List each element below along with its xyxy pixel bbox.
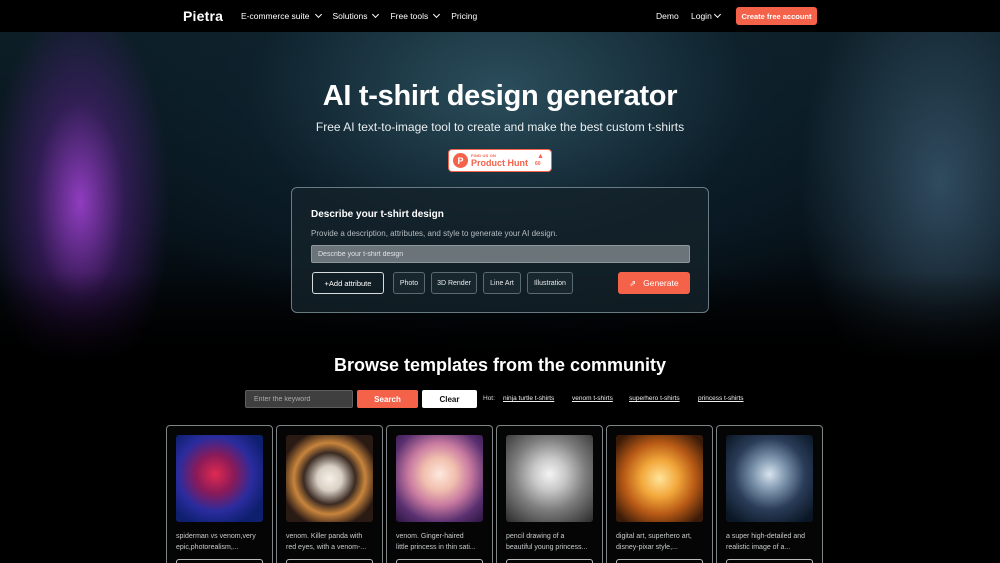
template-caption: a super high-detailed and realistic imag… — [726, 531, 816, 553]
template-caption-line: beautiful young princess... — [506, 544, 588, 551]
design-description-input[interactable] — [311, 245, 690, 263]
nav-links: E-commerce suite Solutions Free tools Pr… — [241, 0, 477, 32]
magic-wand-icon: ⇗ — [629, 278, 637, 288]
template-thumbnail — [396, 435, 483, 522]
nav-free-tools[interactable]: Free tools — [390, 10, 441, 21]
product-hunt-badge[interactable]: P FIND US ON Product Hunt ▲ 60 — [448, 149, 552, 172]
upvote-arrow-icon: ▲ — [537, 153, 544, 160]
template-card[interactable]: digital art, superhero art, disney-pixar… — [606, 425, 713, 563]
template-thumbnail — [286, 435, 373, 522]
hot-link-princess[interactable]: princess t-shirts — [698, 395, 744, 402]
product-hunt-name: Product Hunt — [471, 158, 528, 168]
create-account-button[interactable]: Create free account — [736, 7, 817, 25]
template-card[interactable]: spiderman vs venom,very epic,photorealis… — [166, 425, 273, 563]
hot-label: Hot: — [483, 395, 495, 402]
template-caption-line: disney-pixar style,... — [616, 544, 678, 551]
generate-button[interactable]: ⇗ Generate — [618, 272, 690, 294]
browse-title: Browse templates from the community — [333, 355, 667, 375]
page-subtitle: Free AI text-to-image tool to create and… — [315, 120, 685, 134]
template-use-button[interactable] — [726, 559, 813, 563]
template-caption-line: little princess in thin sati... — [396, 544, 476, 551]
nav-login-label: Login — [691, 11, 712, 21]
nav-ecommerce-suite[interactable]: E-commerce suite — [241, 10, 322, 21]
search-button[interactable]: Search — [357, 390, 418, 408]
nav-free-tools-label: Free tools — [390, 11, 429, 21]
hot-link-venom[interactable]: venom t-shirts — [572, 395, 613, 402]
template-caption-line: red eyes, with a venom-... — [286, 544, 367, 551]
template-caption: spiderman vs venom,very epic,photorealis… — [176, 531, 266, 553]
template-caption-line: pencil drawing of a — [506, 533, 565, 540]
design-form-description: Provide a description, attributes, and s… — [311, 229, 558, 238]
design-form-card: Describe your t-shirt design Provide a d… — [291, 187, 709, 313]
product-hunt-count: 60 — [535, 161, 541, 167]
template-use-button[interactable] — [396, 559, 483, 563]
template-caption-line: epic,photorealism,... — [176, 544, 239, 551]
template-thumbnail — [176, 435, 263, 522]
template-use-button[interactable] — [176, 559, 263, 563]
chevron-down-icon — [314, 10, 322, 19]
nav-solutions[interactable]: Solutions — [332, 10, 380, 21]
chevron-down-icon — [433, 10, 441, 19]
product-hunt-icon: P — [453, 153, 468, 168]
template-card[interactable]: a super high-detailed and realistic imag… — [716, 425, 823, 563]
logo[interactable]: Pietra — [183, 8, 223, 24]
template-caption-line: venom. Killer panda with — [286, 533, 363, 540]
hot-link-ninja-turtle[interactable]: ninja turtle t-shirts — [503, 395, 554, 402]
style-chip-line-art[interactable]: Line Art — [483, 272, 521, 294]
nav-login[interactable]: Login — [691, 10, 721, 21]
template-caption: digital art, superhero art, disney-pixar… — [616, 531, 706, 553]
template-caption: venom. Killer panda with red eyes, with … — [286, 531, 376, 553]
nav-pricing-label: Pricing — [451, 11, 478, 21]
chevron-down-icon — [372, 10, 380, 19]
nav-solutions-label: Solutions — [332, 11, 368, 21]
add-attribute-button[interactable]: +Add attribute — [312, 272, 384, 294]
template-thumbnail — [726, 435, 813, 522]
design-form-title: Describe your t-shirt design — [311, 209, 444, 220]
hot-link-superhero[interactable]: superhero t-shirts — [629, 395, 680, 402]
style-chip-illustration[interactable]: Illustration — [527, 272, 573, 294]
clear-button[interactable]: Clear — [422, 390, 477, 408]
template-caption-line: digital art, superhero art, — [616, 533, 692, 540]
template-caption-line: a super high-detailed and — [726, 533, 806, 540]
template-card[interactable]: venom. Killer panda with red eyes, with … — [276, 425, 383, 563]
style-chip-photo[interactable]: Photo — [393, 272, 425, 294]
nav-pricing[interactable]: Pricing — [451, 11, 477, 21]
template-thumbnail — [616, 435, 703, 522]
template-caption: pencil drawing of a beautiful young prin… — [506, 531, 596, 553]
template-caption: venom. Ginger-haired little princess in … — [396, 531, 486, 553]
keyword-search-input[interactable] — [245, 390, 353, 408]
template-thumbnail — [506, 435, 593, 522]
generate-label: Generate — [643, 278, 679, 288]
template-card[interactable]: venom. Ginger-haired little princess in … — [386, 425, 493, 563]
nav-demo[interactable]: Demo — [656, 11, 679, 21]
nav-ecommerce-suite-label: E-commerce suite — [241, 11, 310, 21]
chevron-down-icon — [713, 10, 721, 19]
style-chip-3d-render[interactable]: 3D Render — [431, 272, 477, 294]
template-use-button[interactable] — [286, 559, 373, 563]
template-caption-line: realistic image of a... — [726, 544, 791, 551]
template-card[interactable]: pencil drawing of a beautiful young prin… — [496, 425, 603, 563]
template-caption-line: spiderman vs venom,very — [176, 533, 256, 540]
template-use-button[interactable] — [506, 559, 593, 563]
page-title: AI t-shirt design generator — [322, 80, 678, 112]
template-use-button[interactable] — [616, 559, 703, 563]
template-caption-line: venom. Ginger-haired — [396, 533, 464, 540]
top-nav: Pietra E-commerce suite Solutions Free t… — [0, 0, 1000, 32]
